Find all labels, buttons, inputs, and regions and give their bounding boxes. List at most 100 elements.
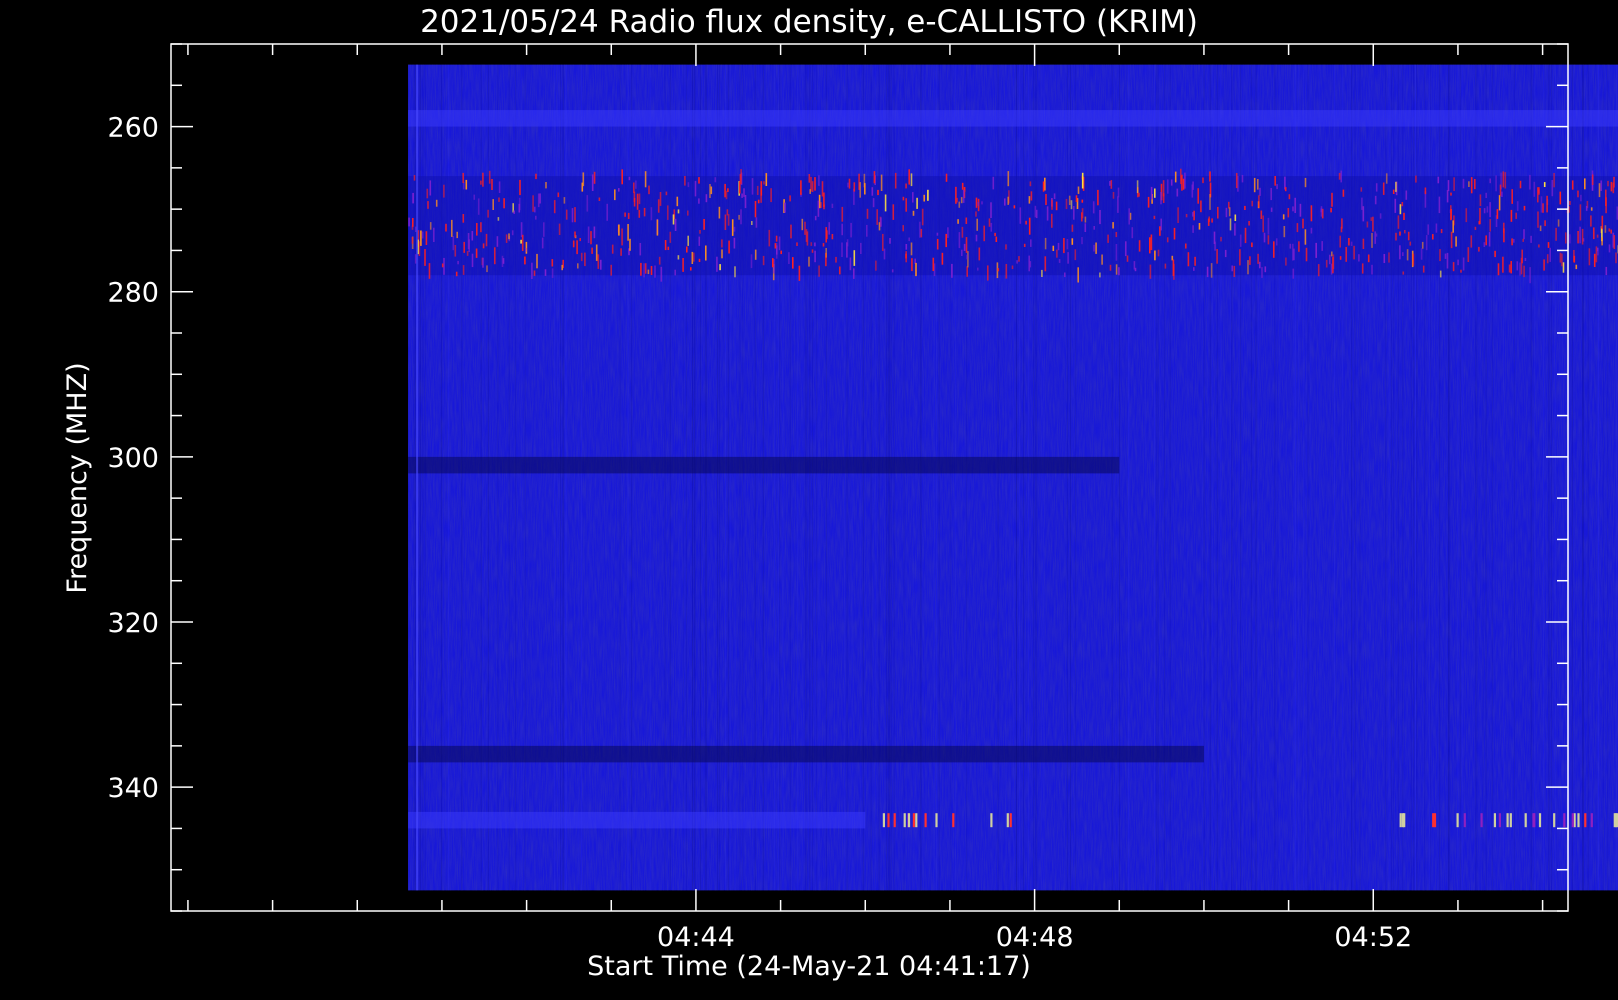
interference-mark: [1486, 206, 1489, 213]
interference-mark: [520, 239, 522, 244]
interference-mark: [1601, 237, 1603, 246]
interference-mark: [1216, 249, 1218, 264]
interference-mark: [1229, 218, 1232, 231]
x-tick-label: 04:52: [1334, 922, 1412, 953]
interference-mark: [1371, 232, 1373, 248]
interference-mark: [912, 210, 915, 216]
interference-mark: [471, 253, 474, 268]
interference-mark: [740, 209, 742, 225]
interference-mark: [754, 201, 757, 218]
interference-mark: [1444, 253, 1447, 259]
interference-mark: [532, 195, 534, 212]
interference-mark: [1112, 222, 1114, 229]
interference-mark: [905, 244, 908, 250]
interference-mark: [719, 264, 721, 271]
interference-mark: [1251, 242, 1253, 248]
interference-mark: [1028, 217, 1031, 235]
interference-mark: [1605, 266, 1608, 276]
interference-mark: [975, 211, 977, 217]
interference-mark: [1515, 212, 1517, 219]
interference-mark: [621, 169, 623, 185]
interference-mark: [1339, 256, 1342, 260]
interference-mark: [614, 189, 616, 201]
interference-mark: [606, 203, 608, 221]
interference-mark: [1345, 247, 1347, 262]
interference-mark: [518, 203, 521, 213]
interference-mark: [1260, 210, 1263, 219]
interference-mark: [1615, 252, 1617, 264]
interference-mark: [581, 182, 584, 192]
interference-mark: [1409, 241, 1412, 246]
interference-mark: [1147, 196, 1150, 208]
interference-mark: [1483, 208, 1486, 214]
interference-mark: [492, 199, 494, 210]
burst-spike: [887, 813, 890, 828]
burst-spike: [1553, 813, 1556, 828]
interference-mark: [1452, 220, 1454, 233]
interference-mark: [1339, 235, 1341, 248]
interference-mark: [1399, 204, 1402, 215]
burst-spike: [1563, 813, 1566, 828]
y-tick-label: 260: [107, 113, 159, 144]
interference-mark: [485, 233, 488, 247]
interference-mark: [659, 192, 662, 206]
interference-mark: [809, 189, 811, 194]
interference-mark: [1331, 251, 1333, 257]
interference-mark: [1577, 231, 1579, 244]
dark-band: [408, 745, 1204, 763]
interference-mark: [1018, 256, 1020, 262]
interference-mark: [1569, 234, 1571, 244]
edge-line: [416, 64, 419, 891]
interference-mark: [1321, 241, 1323, 251]
interference-mark: [714, 177, 717, 183]
interference-mark: [1241, 175, 1244, 183]
interference-mark: [1588, 248, 1591, 266]
interference-mark: [768, 229, 771, 247]
interference-mark: [1342, 189, 1345, 197]
interference-mark: [910, 173, 913, 187]
interference-mark: [643, 207, 646, 217]
interference-mark: [908, 169, 910, 185]
interference-mark: [947, 227, 949, 238]
burst-spike: [1577, 813, 1580, 828]
interference-mark: [1194, 256, 1196, 266]
interference-mark: [860, 242, 862, 254]
interference-mark: [456, 231, 458, 239]
interference-mark: [1200, 200, 1202, 213]
interference-mark: [1045, 194, 1047, 205]
interference-mark: [1590, 215, 1592, 227]
interference-mark: [463, 241, 465, 253]
interference-mark: [565, 209, 568, 220]
interference-mark: [443, 184, 445, 198]
interference-mark: [1584, 178, 1586, 190]
interference-mark: [533, 270, 536, 276]
interference-mark: [1115, 232, 1118, 238]
interference-mark: [866, 208, 869, 219]
interference-mark: [1446, 252, 1449, 269]
interference-mark: [477, 198, 480, 215]
interference-mark: [1427, 224, 1429, 235]
interference-mark: [591, 247, 593, 254]
interference-mark: [535, 173, 537, 180]
interference-mark: [1542, 203, 1544, 213]
interference-mark: [1537, 211, 1539, 228]
interference-mark: [1317, 264, 1320, 277]
interference-mark: [1293, 248, 1295, 261]
interference-mark: [1367, 254, 1370, 263]
interference-mark: [755, 217, 758, 228]
interference-mark: [1496, 209, 1499, 219]
y-tick-label: 280: [107, 278, 159, 309]
interference-mark: [1523, 205, 1526, 211]
interference-mark: [1519, 262, 1521, 276]
x-axis-label: Start Time (24-May-21 04:41:17): [587, 951, 1031, 982]
y-tick-label: 340: [107, 773, 159, 804]
interference-mark: [1128, 208, 1130, 225]
interference-mark: [1166, 237, 1169, 243]
interference-mark: [1523, 265, 1525, 278]
interference-mark: [1125, 241, 1127, 257]
interference-mark: [462, 265, 465, 275]
interference-mark: [740, 169, 742, 185]
interference-mark: [958, 201, 961, 208]
interference-mark: [994, 232, 996, 237]
interference-mark: [814, 250, 816, 263]
